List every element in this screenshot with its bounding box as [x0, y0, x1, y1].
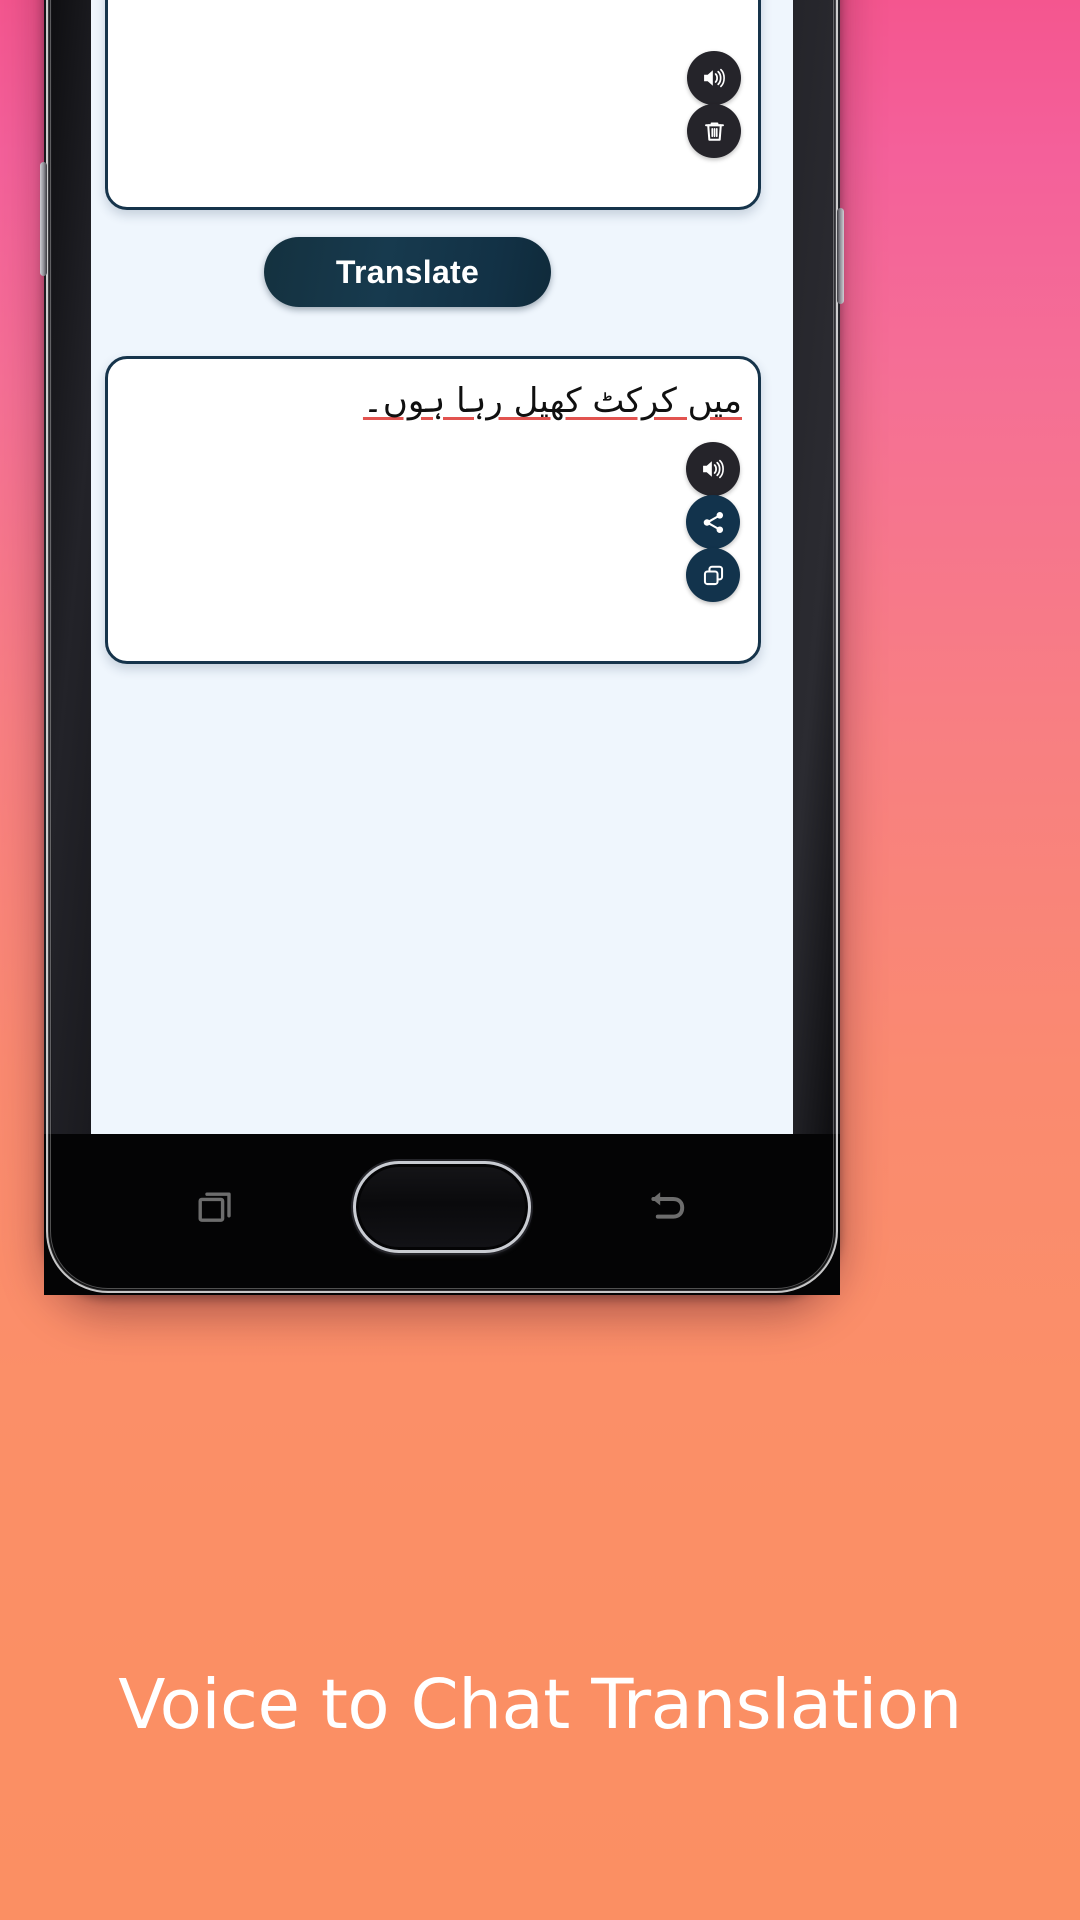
share-button[interactable]: [686, 495, 740, 549]
copy-icon: [703, 565, 723, 585]
source-text-card[interactable]: I am playing cricket: [105, 0, 761, 210]
target-text-card[interactable]: میں کرکٹ کھیل رہا ہوں۔: [105, 356, 761, 664]
phone-screen: English Urdu I am playing cricket: [91, 0, 793, 1134]
home-button[interactable]: [356, 1164, 528, 1250]
phone-device: English Urdu I am playing cricket: [40, 0, 844, 1295]
promo-caption: Voice to Chat Translation: [118, 1665, 962, 1745]
copy-button[interactable]: [686, 548, 740, 602]
speaker-icon: [703, 459, 724, 479]
phone-nav-bar: [44, 1134, 840, 1295]
share-icon: [703, 511, 723, 533]
back-button[interactable]: [640, 1180, 694, 1234]
trash-icon: [704, 121, 724, 141]
speaker-icon: [704, 68, 725, 88]
translate-button[interactable]: Translate: [264, 237, 551, 307]
app-surface: English Urdu I am playing cricket: [91, 0, 793, 1134]
power-button[interactable]: [837, 208, 844, 304]
recents-button[interactable]: [190, 1180, 244, 1234]
clear-text-button[interactable]: [687, 104, 741, 158]
volume-button[interactable]: [40, 162, 47, 276]
target-speak-button[interactable]: [686, 442, 740, 496]
source-speak-button[interactable]: [687, 51, 741, 105]
back-arrow-icon: [651, 1191, 685, 1219]
translated-text: میں کرکٹ کھیل رہا ہوں۔: [362, 381, 742, 421]
recents-icon: [198, 1192, 231, 1222]
